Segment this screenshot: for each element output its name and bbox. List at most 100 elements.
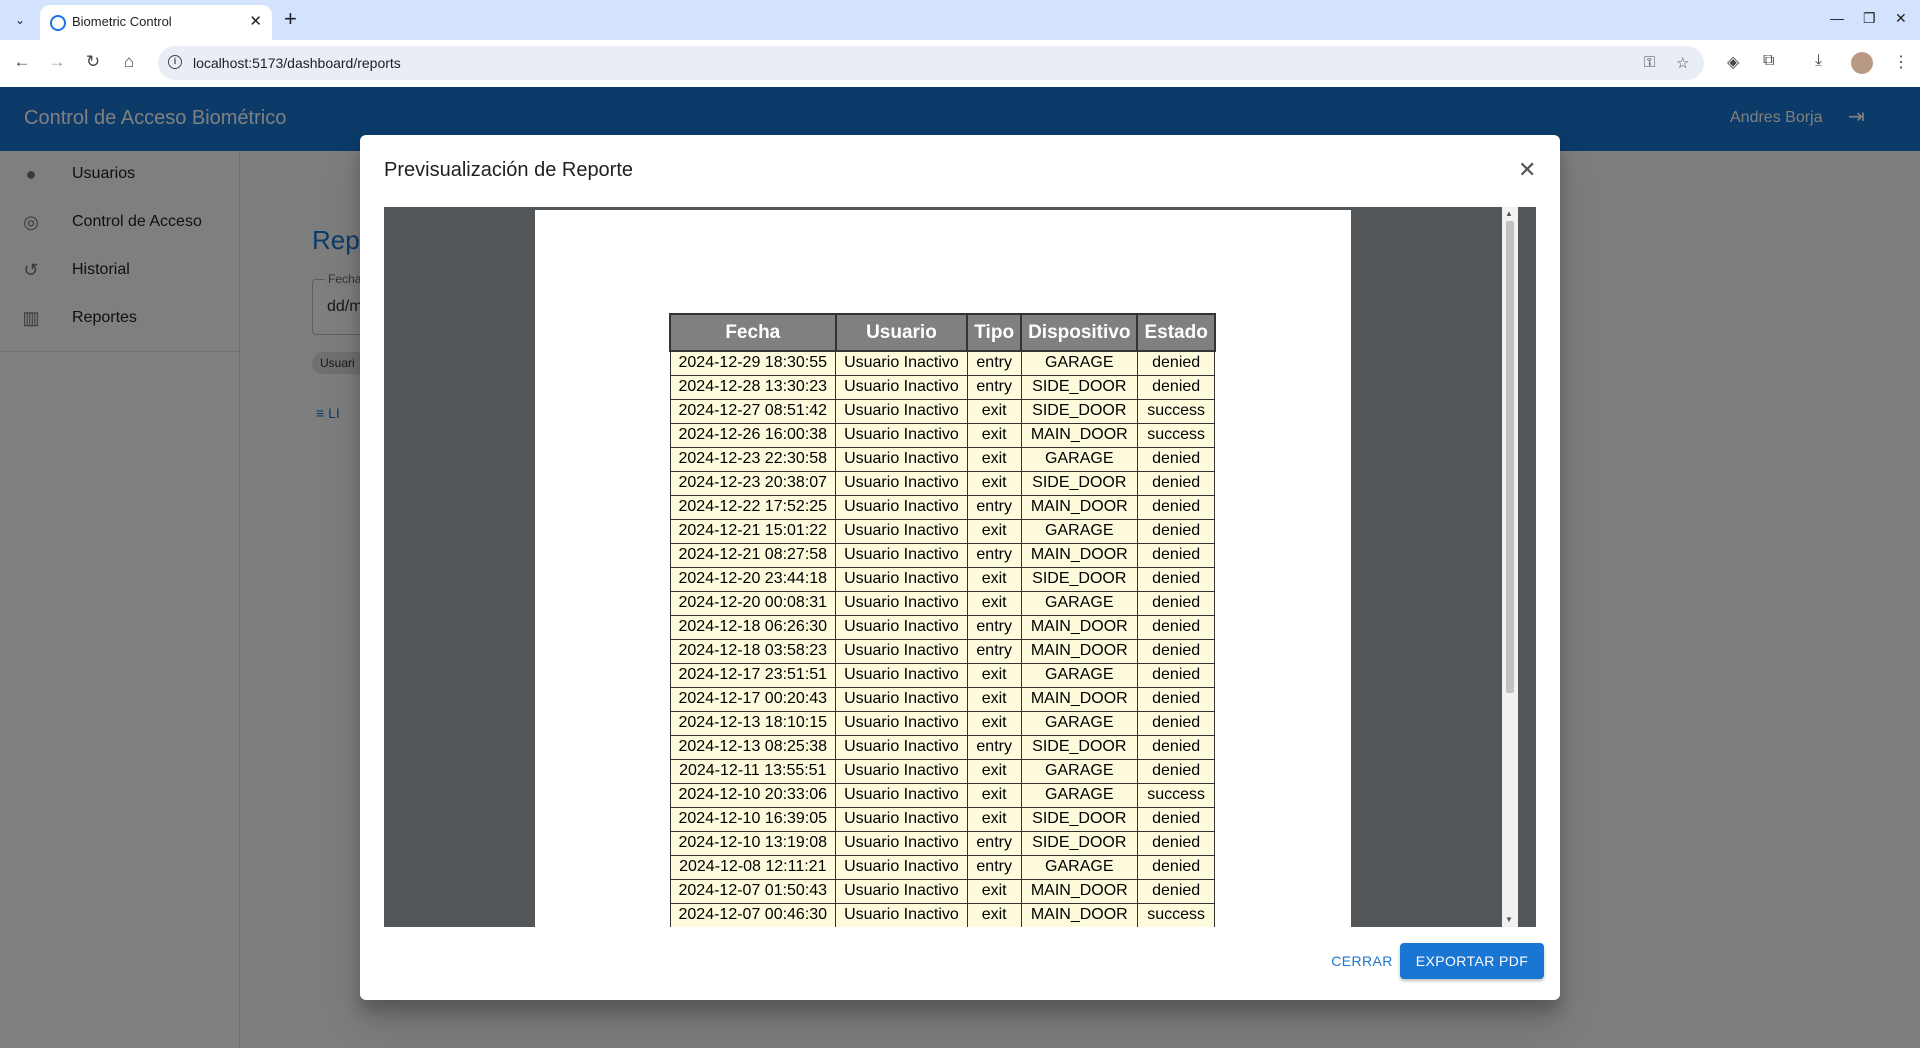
table-row: 2024-12-13 08:25:38 Usuario Inactivo entry… (669, 734, 1216, 760)
site-info-icon[interactable]: i (168, 55, 182, 69)
table-cell: 2024-12-27 08:51:42 (669, 398, 837, 424)
table-cell: Usuario Inactivo (835, 710, 968, 736)
table-cell: 2024-12-10 20:33:06 (669, 782, 837, 808)
export-pdf-button[interactable]: EXPORTAR PDF (1400, 943, 1544, 979)
extensions-icon[interactable]: ⧉ (1763, 52, 1774, 70)
tab-list-chevron-icon[interactable]: ⌄ (8, 8, 32, 32)
forward-icon[interactable]: → (46, 52, 68, 72)
browser-tab-bar: ⌄ Biometric Control ✕ + — ❐ ✕ (0, 0, 1920, 40)
table-cell: MAIN_DOOR (1020, 422, 1138, 448)
table-row: 2024-12-27 08:51:42 Usuario Inactivo exit S… (669, 398, 1216, 424)
table-cell: denied (1136, 350, 1216, 376)
browser-toolbar: ← → ↻ ⌂ i localhost:5173/dashboard/repor… (0, 40, 1920, 87)
table-cell: GARAGE (1020, 350, 1138, 376)
table-cell: exit (966, 662, 1022, 688)
table-cell: 2024-12-07 01:50:43 (669, 878, 837, 904)
table-cell: denied (1136, 566, 1216, 592)
scroll-up-arrow-icon[interactable]: ▲ (1505, 209, 1513, 218)
table-cell: entry (966, 542, 1022, 568)
close-icon[interactable]: ✕ (1518, 157, 1536, 183)
table-cell: 2024-12-08 12:11:21 (669, 854, 837, 880)
table-cell: denied (1136, 470, 1216, 496)
table-cell: 2024-12-26 16:00:38 (669, 422, 837, 448)
table-header-row: Fecha Usuario Tipo Dispositivo Estado (669, 313, 1216, 352)
pdf-scrollbar[interactable]: ▲ ▼ (1502, 207, 1518, 927)
table-cell: exit (966, 590, 1022, 616)
restore-icon[interactable]: ❐ (1863, 10, 1876, 27)
table-row: 2024-12-10 16:39:05 Usuario Inactivo exit S… (669, 806, 1216, 832)
table-cell: Usuario Inactivo (835, 614, 968, 640)
address-bar[interactable]: i localhost:5173/dashboard/reports ⚿ ☆ (158, 46, 1704, 80)
table-cell: Usuario Inactivo (835, 590, 968, 616)
new-tab-icon[interactable]: + (284, 7, 297, 31)
table-row: 2024-12-22 17:52:25 Usuario Inactivo entry… (669, 494, 1216, 520)
table-row: 2024-12-13 18:10:15 Usuario Inactivo exit G… (669, 710, 1216, 736)
app-root: Control de Acceso Biométrico Andres Borj… (0, 87, 1920, 1048)
table-cell: entry (966, 830, 1022, 856)
table-cell: 2024-12-10 13:19:08 (669, 830, 837, 856)
table-cell: SIDE_DOOR (1020, 830, 1138, 856)
browser-tab[interactable]: Biometric Control ✕ (40, 5, 272, 40)
close-button[interactable]: CERRAR (1318, 943, 1406, 979)
back-icon[interactable]: ← (11, 52, 33, 72)
table-cell: Usuario Inactivo (835, 422, 968, 448)
table-cell: Usuario Inactivo (835, 806, 968, 832)
bookmark-star-icon[interactable]: ☆ (1676, 54, 1689, 72)
table-cell: Usuario Inactivo (835, 470, 968, 496)
column-header: Usuario (834, 313, 969, 352)
table-cell: exit (966, 782, 1022, 808)
menu-kebab-icon[interactable]: ⋮ (1893, 52, 1909, 72)
table-cell: entry (966, 638, 1022, 664)
password-key-icon[interactable]: ⚿ (1644, 54, 1655, 71)
table-cell: GARAGE (1020, 710, 1138, 736)
profile-avatar[interactable] (1851, 52, 1873, 74)
table-row: 2024-12-17 23:51:51 Usuario Inactivo exit G… (669, 662, 1216, 688)
table-cell: denied (1136, 446, 1216, 472)
table-cell: exit (966, 446, 1022, 472)
table-cell: exit (966, 422, 1022, 448)
table-cell: denied (1136, 494, 1216, 520)
table-cell: MAIN_DOOR (1020, 686, 1138, 712)
pdf-viewer[interactable]: Fecha Usuario Tipo Dispositivo Estado 2024-1… (384, 207, 1536, 927)
download-icon[interactable]: ⤓ (1815, 52, 1822, 70)
table-cell: exit (966, 758, 1022, 784)
table-cell: 2024-12-11 13:55:51 (669, 758, 837, 784)
table-cell: denied (1136, 830, 1216, 856)
window-close-icon[interactable]: ✕ (1895, 10, 1907, 27)
table-cell: denied (1136, 734, 1216, 760)
table-cell: GARAGE (1020, 662, 1138, 688)
table-row: 2024-12-08 12:11:21 Usuario Inactivo entry… (669, 854, 1216, 880)
table-row: 2024-12-23 20:38:07 Usuario Inactivo exit S… (669, 470, 1216, 496)
table-row: 2024-12-18 06:26:30 Usuario Inactivo entry… (669, 614, 1216, 640)
table-cell: 2024-12-22 17:52:25 (669, 494, 837, 520)
table-row: 2024-12-20 00:08:31 Usuario Inactivo exit G… (669, 590, 1216, 616)
table-cell: GARAGE (1020, 518, 1138, 544)
table-cell: SIDE_DOOR (1020, 470, 1138, 496)
pdf-scroll-thumb[interactable] (1506, 221, 1514, 693)
home-icon[interactable]: ⌂ (118, 52, 140, 72)
reload-icon[interactable]: ↻ (82, 52, 104, 72)
table-cell: 2024-12-17 00:20:43 (669, 686, 837, 712)
table-cell: Usuario Inactivo (835, 902, 968, 927)
scroll-down-arrow-icon[interactable]: ▼ (1505, 915, 1513, 924)
table-cell: exit (966, 398, 1022, 424)
column-header: Estado (1136, 313, 1216, 352)
table-cell: entry (966, 374, 1022, 400)
table-cell: exit (966, 566, 1022, 592)
table-cell: 2024-12-20 23:44:18 (669, 566, 837, 592)
minimize-icon[interactable]: — (1830, 10, 1844, 26)
table-cell: 2024-12-07 00:46:30 (669, 902, 837, 927)
table-cell: entry (966, 734, 1022, 760)
table-cell: Usuario Inactivo (835, 518, 968, 544)
table-cell: Usuario Inactivo (835, 662, 968, 688)
table-cell: exit (966, 878, 1022, 904)
extension-puzzle-icon[interactable]: ◈ (1727, 52, 1739, 72)
table-cell: denied (1136, 638, 1216, 664)
column-header: Tipo (966, 313, 1023, 352)
table-cell: Usuario Inactivo (835, 350, 968, 376)
table-cell: Usuario Inactivo (835, 830, 968, 856)
url-text[interactable]: localhost:5173/dashboard/reports (193, 55, 401, 71)
table-row: 2024-12-11 13:55:51 Usuario Inactivo exit G… (669, 758, 1216, 784)
tab-close-icon[interactable]: ✕ (249, 12, 262, 30)
table-cell: exit (966, 686, 1022, 712)
